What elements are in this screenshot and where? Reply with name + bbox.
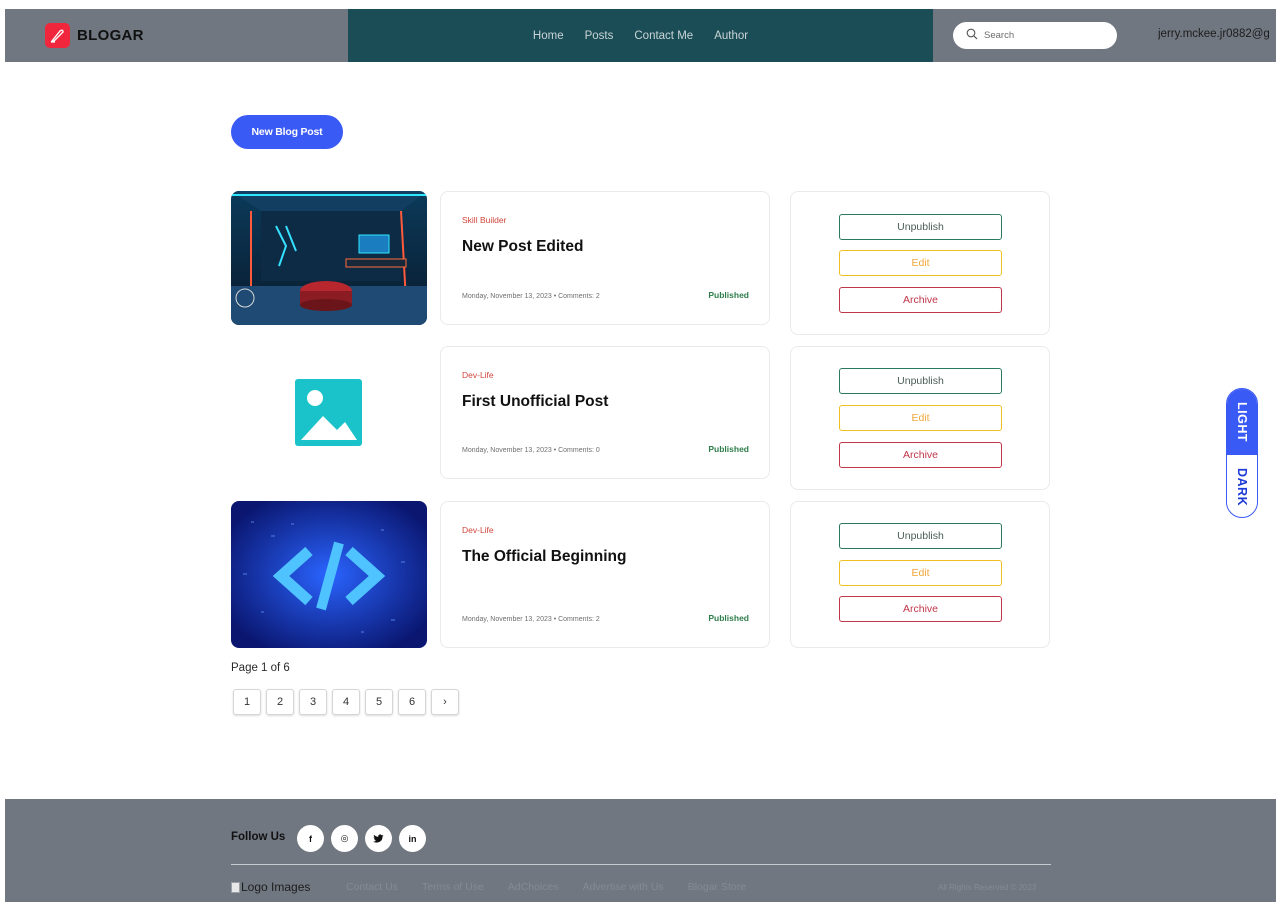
new-blog-post-button[interactable]: New Blog Post (231, 115, 343, 149)
footer-divider (231, 864, 1051, 865)
feather-pen-icon (45, 23, 70, 48)
theme-toggle[interactable]: LIGHT DARK (1226, 388, 1258, 518)
site-footer: Follow Us f ◎ in Logo Images Contact Us … (5, 799, 1276, 902)
footer-link-contact-us[interactable]: Contact Us (346, 881, 398, 893)
brand-logo[interactable]: BLOGAR (45, 23, 144, 48)
light-mode-option[interactable]: LIGHT (1227, 389, 1257, 455)
post-category[interactable]: Skill Builder (462, 215, 506, 225)
post-title[interactable]: First Unofficial Post (462, 393, 608, 411)
site-header: BLOGAR Home Posts Contact Me Author Sear… (5, 9, 1276, 62)
post-card[interactable]: Skill Builder New Post Edited Monday, No… (440, 191, 770, 325)
page-5-button[interactable]: 5 (365, 689, 393, 715)
dark-label: DARK (1235, 467, 1249, 507)
archive-button[interactable]: Archive (839, 442, 1002, 468)
twitter-icon[interactable] (365, 825, 392, 852)
post-meta: Monday, November 13, 2023 • Comments: 2 (462, 616, 600, 623)
unpublish-button[interactable]: Unpublish (839, 523, 1002, 549)
social-links: f ◎ in (297, 825, 426, 852)
post-actions-panel: Unpublish Edit Archive (790, 501, 1050, 648)
edit-button[interactable]: Edit (839, 250, 1002, 276)
facebook-icon[interactable]: f (297, 825, 324, 852)
status-badge: Published (708, 613, 749, 623)
footer-link-terms[interactable]: Terms of Use (422, 881, 484, 893)
footer-links: Contact Us Terms of Use AdChoices Advert… (346, 881, 746, 893)
post-thumbnail[interactable] (231, 191, 427, 325)
post-category[interactable]: Dev-Life (462, 525, 494, 535)
nav-contact-me[interactable]: Contact Me (634, 30, 693, 42)
post-meta: Monday, November 13, 2023 • Comments: 0 (462, 447, 600, 454)
code-tag-image (231, 501, 427, 648)
user-email[interactable]: jerry.mckee.jr0882@g (1158, 28, 1276, 40)
copyright: All Rights Reserved © 2023 (938, 883, 1037, 892)
nav-author[interactable]: Author (714, 30, 748, 42)
footer-logo[interactable]: Logo Images (231, 880, 310, 894)
post-card[interactable]: Dev-Life The Official Beginning Monday, … (440, 501, 770, 648)
page-3-button[interactable]: 3 (299, 689, 327, 715)
light-label: LIGHT (1235, 402, 1249, 442)
nav-posts[interactable]: Posts (585, 30, 614, 42)
image-placeholder-icon (231, 346, 427, 479)
archive-button[interactable]: Archive (839, 287, 1002, 313)
post-title[interactable]: New Post Edited (462, 238, 583, 256)
footer-logo-alt: Logo Images (241, 880, 311, 894)
search-placeholder: Search (984, 30, 1015, 41)
unpublish-button[interactable]: Unpublish (839, 214, 1002, 240)
edit-button[interactable]: Edit (839, 405, 1002, 431)
pagination: 1 2 3 4 5 6 › (233, 689, 459, 715)
linkedin-icon[interactable]: in (399, 825, 426, 852)
nav-home[interactable]: Home (533, 30, 564, 42)
page-indicator: Page 1 of 6 (231, 662, 290, 674)
broken-image-icon (231, 881, 240, 893)
post-thumbnail[interactable] (231, 346, 427, 479)
edit-button[interactable]: Edit (839, 560, 1002, 586)
status-badge: Published (708, 290, 749, 300)
brand-name: BLOGAR (77, 27, 144, 44)
gaming-room-image (231, 191, 427, 325)
post-thumbnail[interactable] (231, 501, 427, 648)
search-input[interactable]: Search (953, 22, 1117, 49)
post-card[interactable]: Dev-Life First Unofficial Post Monday, N… (440, 346, 770, 479)
footer-link-adchoices[interactable]: AdChoices (508, 881, 559, 893)
status-badge: Published (708, 444, 749, 454)
post-meta: Monday, November 13, 2023 • Comments: 2 (462, 293, 600, 300)
footer-link-advertise[interactable]: Advertise with Us (583, 881, 664, 893)
dark-mode-option[interactable]: DARK (1227, 455, 1257, 517)
page-6-button[interactable]: 6 (398, 689, 426, 715)
unpublish-button[interactable]: Unpublish (839, 368, 1002, 394)
page-2-button[interactable]: 2 (266, 689, 294, 715)
post-category[interactable]: Dev-Life (462, 370, 494, 380)
next-page-button[interactable]: › (431, 689, 459, 715)
instagram-icon[interactable]: ◎ (331, 825, 358, 852)
post-actions-panel: Unpublish Edit Archive (790, 346, 1050, 490)
main-nav: Home Posts Contact Me Author (348, 9, 933, 62)
post-actions-panel: Unpublish Edit Archive (790, 191, 1050, 335)
page-4-button[interactable]: 4 (332, 689, 360, 715)
archive-button[interactable]: Archive (839, 596, 1002, 622)
footer-link-store[interactable]: Blogar Store (688, 881, 746, 893)
post-title[interactable]: The Official Beginning (462, 548, 626, 566)
page-1-button[interactable]: 1 (233, 689, 261, 715)
follow-us-label: Follow Us (231, 831, 286, 843)
search-icon (966, 27, 978, 45)
